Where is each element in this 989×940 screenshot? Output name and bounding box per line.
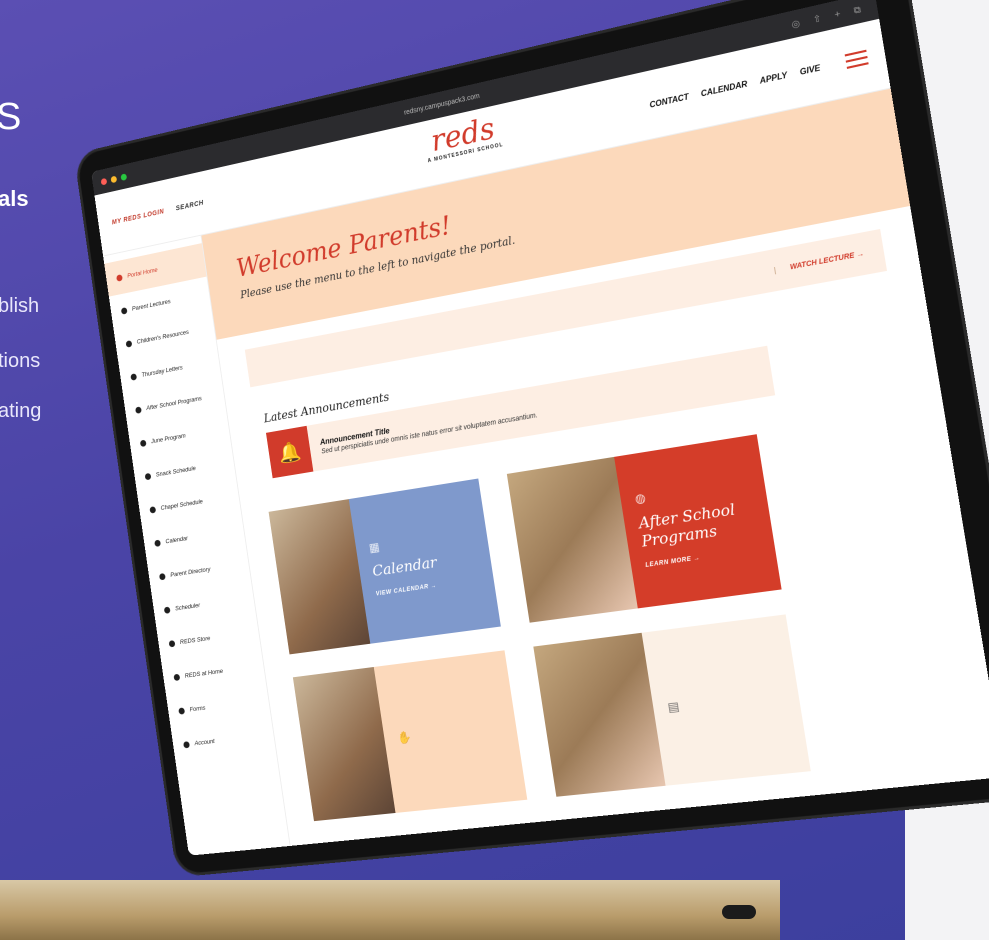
- arrow-circle-icon: [178, 706, 186, 715]
- sidebar-item-label: After School Programs: [145, 394, 203, 412]
- arrow-circle-icon: [134, 405, 142, 414]
- bell-icon: 🔔: [265, 425, 314, 479]
- arrow-circle-icon: [173, 673, 181, 681]
- close-window-button[interactable]: [100, 177, 108, 186]
- document-icon: ▤: [666, 699, 681, 715]
- arrow-circle-icon: [144, 472, 152, 480]
- sidebar-item-label: Account: [194, 737, 216, 747]
- background-line-fragment: tions: [0, 350, 41, 372]
- nav-calendar[interactable]: CALENDAR: [700, 79, 748, 98]
- minimize-window-button[interactable]: [110, 175, 118, 183]
- letters-card[interactable]: ▤: [533, 614, 811, 797]
- sidebar-item-label: Calendar: [165, 534, 189, 545]
- arrow-circle-icon: [116, 273, 123, 282]
- arrow-circle-icon: [158, 572, 166, 580]
- learn-more-link[interactable]: LEARN MORE →: [645, 547, 761, 569]
- arrow-circle-icon: [120, 306, 128, 315]
- arrow-circle-icon: [154, 539, 161, 547]
- background-line-fragment: ating: [0, 400, 42, 422]
- maximize-window-button[interactable]: [120, 172, 128, 181]
- sidebar-item-label: Parent Lectures: [131, 297, 172, 313]
- arrow-circle-icon: [149, 505, 157, 514]
- login-link[interactable]: MY REDS LOGIN: [111, 208, 164, 226]
- nav-apply[interactable]: APPLY: [759, 70, 788, 85]
- view-calendar-link[interactable]: VIEW CALENDAR →: [376, 577, 481, 597]
- hamburger-menu-icon[interactable]: [844, 49, 869, 69]
- sidebar-item-label: Parent Directory: [169, 565, 211, 579]
- arrow-circle-icon: [130, 372, 138, 381]
- arrow-circle-icon: [183, 740, 190, 748]
- arrow-circle-icon: [163, 606, 171, 614]
- sidebar-item-label: Snack Schedule: [155, 464, 197, 479]
- sidebar-item-label: Children's Resources: [136, 328, 190, 346]
- arrow-circle-icon: [125, 339, 133, 348]
- site-logo[interactable]: reds A MONTESSORI SCHOOL: [423, 111, 504, 164]
- utility-links: MY REDS LOGIN SEARCH: [111, 199, 204, 226]
- nav-contact[interactable]: CONTACT: [649, 92, 689, 110]
- sidebar-item-label: Thursday Letters: [141, 364, 184, 379]
- sidebar-item-label: REDS Store: [179, 634, 211, 646]
- sidebar-item-label: Forms: [189, 704, 206, 713]
- background-line-fragment: blish: [0, 295, 40, 317]
- after-school-card[interactable]: ◍ After School Programs LEARN MORE →: [506, 434, 782, 623]
- sidebar-item-label: Portal Home: [126, 266, 158, 280]
- watch-lecture-link[interactable]: WATCH LECTURE →: [773, 249, 865, 274]
- arrow-circle-icon: [168, 639, 176, 647]
- nav-give[interactable]: GIVE: [799, 63, 821, 77]
- laptop-notch: [722, 905, 756, 919]
- sidebar-item-label: Scheduler: [174, 601, 201, 612]
- resource-card[interactable]: ✋: [292, 650, 528, 822]
- laptop-base: [0, 880, 780, 940]
- arrow-circle-icon: [139, 439, 147, 447]
- sidebar-item-label: REDS at Home: [184, 667, 224, 680]
- background-subheading-fragment: als: [0, 186, 29, 211]
- hand-icon: ✋: [396, 729, 413, 746]
- search-link[interactable]: SEARCH: [175, 199, 204, 212]
- card-title: After School Programs: [637, 500, 737, 551]
- sidebar-item-label: June Program: [150, 432, 187, 445]
- sidebar-item-label: Chapel Schedule: [160, 498, 204, 512]
- background-heading-fragment: S: [0, 96, 22, 138]
- calendar-card[interactable]: ▦ Calendar VIEW CALENDAR →: [268, 478, 501, 655]
- portal-cards: ▦ Calendar VIEW CALENDAR → ◍ After Schoo…: [268, 434, 811, 822]
